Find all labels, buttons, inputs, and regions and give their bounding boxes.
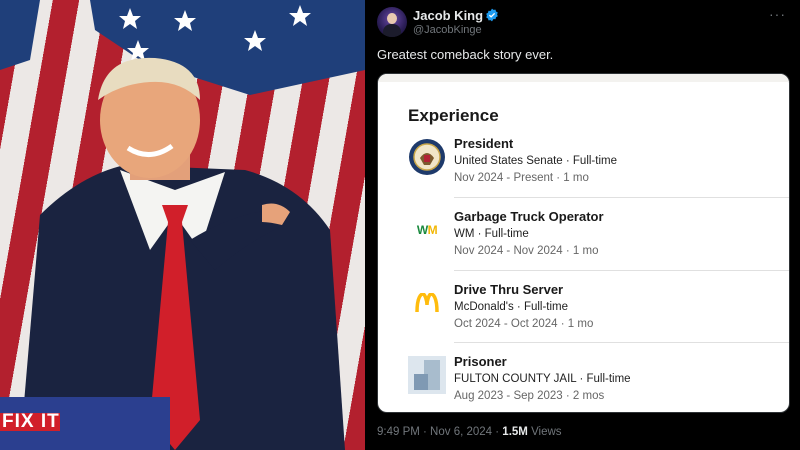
divider [454,342,789,343]
job-title: President [454,136,514,151]
job-organization: WM · Full-time [454,228,529,240]
job-organization: FULTON COUNTY JAIL · Full-time [454,373,631,385]
news-photo: FIX IT [0,0,365,450]
author-handle[interactable]: @JacobKinge [413,24,482,36]
mcdonalds-logo-icon [408,284,446,322]
attached-image[interactable]: Experience President United States Senat… [377,73,790,413]
job-organization: United States Senate · Full-time [454,155,617,167]
divider [454,197,789,198]
tweet-text: Greatest comeback story ever. [377,47,554,62]
avatar[interactable] [377,7,407,37]
photo-illustration [0,0,365,450]
experience-item: Prisoner FULTON COUNTY JAIL · Full-time … [378,354,789,412]
senate-seal-icon [408,138,446,176]
tweet-timestamp[interactable]: 9:49 PM · Nov 6, 2024 · [377,426,502,438]
company-placeholder-icon [408,356,446,394]
job-title: Drive Thru Server [454,282,564,297]
tweet-meta: 9:49 PM · Nov 6, 2024 · 1.5M Views [377,426,562,438]
job-dates: Oct 2024 - Oct 2024 · 1 mo [454,318,594,330]
job-organization: McDonald's · Full-time [454,301,569,313]
wm-logo-icon: WM [416,223,438,237]
tweet: Jacob King @JacobKinge ··· Greatest come… [365,0,800,450]
job-title: Garbage Truck Operator [454,209,604,224]
job-dates: Nov 2024 - Nov 2024 · 1 mo [454,245,599,257]
experience-item: Drive Thru Server McDonald's · Full-time… [378,282,789,354]
more-options-icon[interactable]: ··· [769,6,786,22]
job-dates: Nov 2024 - Present · 1 mo [454,172,589,184]
job-title: Prisoner [454,354,507,369]
views-count[interactable]: 1.5M [502,426,528,438]
views-label: Views [527,426,562,438]
divider [454,270,789,271]
author-name[interactable]: Jacob King [413,8,483,23]
verified-badge-icon [486,8,498,22]
flag-canton-left [0,0,40,70]
sign-text: FIX IT [2,411,60,432]
job-dates: Aug 2023 - Sep 2023 · 2 mos [454,390,605,402]
experience-heading: Experience [408,106,499,125]
